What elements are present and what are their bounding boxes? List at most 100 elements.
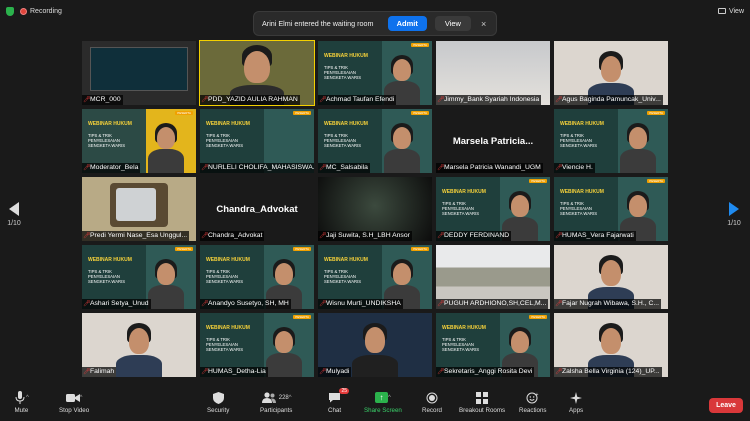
participant-tile[interactable]: WEBINAR HUKUM TIPS & TRIK PENYELESAIAN S… bbox=[82, 109, 196, 173]
participant-name-label: 🎤︎ Predi Yermi Nase_Esa Unggul... bbox=[82, 231, 190, 241]
participant-name: Falimah bbox=[90, 368, 115, 375]
slide-badge: PESERTA bbox=[529, 315, 547, 319]
participant-tile[interactable]: 🎤︎ Falimah bbox=[82, 313, 196, 377]
participant-tile[interactable]: WEBINAR HUKUM TIPS & TRIK PENYELESAIAN S… bbox=[200, 109, 314, 173]
participant-name: MC_Salsabila bbox=[326, 164, 368, 171]
participant-face bbox=[393, 127, 411, 149]
participant-tile[interactable]: WEBINAR HUKUM TIPS & TRIK PENYELESAIAN S… bbox=[436, 313, 550, 377]
share-screen-button[interactable]: ↑ ^ Share Screen bbox=[364, 391, 402, 414]
slide-badge: PESERTA bbox=[647, 179, 665, 183]
participant-tile[interactable]: 🎤︎ Mulyadi bbox=[318, 313, 432, 377]
participant-tile[interactable]: 🎤︎ Predi Yermi Nase_Esa Unggul... bbox=[82, 177, 196, 241]
participant-name: Fajar Nugrah Wibawa, S.H., C... bbox=[562, 300, 660, 307]
slide-badge: PESERTA bbox=[529, 179, 547, 183]
mute-caret-icon[interactable]: ^ bbox=[26, 395, 29, 401]
recording-label: Recording bbox=[30, 7, 62, 15]
participant-name: Viencie H. bbox=[562, 164, 593, 171]
participants-caret-icon[interactable]: ^ bbox=[289, 395, 292, 401]
participant-name: Achmad Taufan Efendi bbox=[326, 96, 395, 103]
participant-tile[interactable]: Chandra_Advokat 🎤︎ Chandra_Advokat bbox=[200, 177, 314, 241]
recording-dot-icon bbox=[20, 7, 27, 15]
participant-name: HUMAS_Detha-Lia bbox=[208, 368, 266, 375]
participant-tile[interactable]: 🎤︎ Jimmy_Bank Syariah Indonesia bbox=[436, 41, 550, 105]
muted-mic-icon: 🎤︎ bbox=[555, 96, 563, 103]
participant-tile[interactable]: WEBINAR HUKUM TIPS & TRIK PENYELESAIAN S… bbox=[318, 41, 432, 105]
participant-face bbox=[511, 331, 529, 353]
apps-button[interactable]: Apps bbox=[569, 391, 583, 414]
participant-tile[interactable]: WEBINAR HUKUM TIPS & TRIK PENYELESAIAN S… bbox=[436, 177, 550, 241]
participant-name: HUMAS_Vera Fajarwati bbox=[562, 232, 634, 239]
participant-name-label: 🎤︎ PDD_YAZID AULIA RAHMAN bbox=[200, 95, 300, 105]
breakout-rooms-label: Breakout Rooms bbox=[459, 407, 506, 414]
participant-name-label: 🎤︎ Mulyadi bbox=[318, 367, 352, 377]
muted-mic-icon: 🎤︎ bbox=[83, 300, 91, 307]
participant-name-label: 🎤︎ Achmad Taufan Efendi bbox=[318, 95, 397, 105]
participant-tile[interactable]: 🎤︎ Fajar Nugrah Wibawa, S.H., C... bbox=[554, 245, 668, 309]
breakout-rooms-button[interactable]: Breakout Rooms bbox=[459, 391, 505, 414]
slide-badge: PESERTA bbox=[293, 111, 311, 115]
participant-tile[interactable]: 🎤︎ Agus Baginda Pamuncak_Univ... bbox=[554, 41, 668, 105]
participant-tile[interactable]: WEBINAR HUKUM TIPS & TRIK PENYELESAIAN S… bbox=[554, 109, 668, 173]
participant-name: Marsela Patricia Wanandi_UGM bbox=[444, 164, 541, 171]
slide-badge: PESERTA bbox=[175, 111, 193, 115]
participant-name-label: 🎤︎ Sekretaris_Anggi Rosita Devi bbox=[436, 367, 535, 377]
record-button[interactable]: Record bbox=[422, 391, 442, 414]
participant-tile[interactable]: 🎤︎ PUGUH ARDHIONO,SH,CEL,M... bbox=[436, 245, 550, 309]
participant-face bbox=[365, 327, 385, 353]
participant-name-label: 🎤︎ Wisnu Murti_UNDIKSHA bbox=[318, 299, 403, 309]
chevron-right-icon bbox=[729, 202, 739, 216]
view-button[interactable]: View bbox=[717, 8, 744, 15]
muted-mic-icon: 🎤︎ bbox=[201, 164, 209, 171]
page-indicator-left: 1/10 bbox=[7, 220, 21, 227]
participant-tile[interactable]: WEBINAR HUKUM TIPS & TRIK PENYELESAIAN S… bbox=[318, 245, 432, 309]
muted-mic-icon: 🎤︎ bbox=[83, 368, 91, 375]
participant-face bbox=[601, 260, 621, 286]
participant-tile[interactable]: 🎤︎ PDD_YAZID AULIA RAHMAN bbox=[199, 40, 315, 106]
video-caret-icon[interactable]: ^ bbox=[80, 395, 83, 401]
stop-video-button[interactable]: ^ Stop Video bbox=[59, 391, 89, 414]
view-grid-icon bbox=[717, 8, 726, 14]
participants-button[interactable]: 228 ^ Participants bbox=[260, 391, 292, 414]
chat-button[interactable]: 25 Chat bbox=[328, 388, 350, 414]
security-shield-icon[interactable] bbox=[6, 6, 14, 16]
leave-button[interactable]: Leave bbox=[709, 398, 743, 413]
slide-subtitle: TIPS & TRIK PENYELESAIAN SENGKETA WARIS bbox=[442, 337, 479, 352]
participant-tile[interactable]: WEBINAR HUKUM TIPS & TRIK PENYELESAIAN S… bbox=[318, 109, 432, 173]
recording-indicator[interactable]: Recording bbox=[20, 7, 62, 15]
slide-title: WEBINAR HUKUM bbox=[560, 121, 604, 127]
participant-tile[interactable]: WEBINAR HUKUM TIPS & TRIK PENYELESAIAN S… bbox=[200, 313, 314, 377]
participant-name-label: 🎤︎ Jaji Suwita, S.H_LBH Ansor bbox=[318, 231, 412, 241]
participant-tile[interactable]: Marsela Patricia... 🎤︎ Marsela Patricia … bbox=[436, 109, 550, 173]
participant-tile[interactable]: 🎤︎ MCR_000 bbox=[82, 41, 196, 105]
participant-tile[interactable]: WEBINAR HUKUM TIPS & TRIK PENYELESAIAN S… bbox=[554, 177, 668, 241]
participant-name-label: 🎤︎ Zalsha Bella Virginia (124)_UP... bbox=[554, 367, 662, 377]
mute-button[interactable]: ^ Mute bbox=[14, 391, 29, 414]
muted-mic-icon: 🎤︎ bbox=[319, 368, 327, 375]
share-caret-icon[interactable]: ^ bbox=[388, 395, 391, 401]
security-button[interactable]: Security bbox=[207, 391, 229, 414]
slide-subtitle: TIPS & TRIK PENYELESAIAN SENGKETA WARIS bbox=[560, 133, 597, 148]
muted-mic-icon: 🎤︎ bbox=[437, 96, 445, 103]
close-icon[interactable]: × bbox=[479, 19, 488, 29]
participant-tile[interactable]: 🎤︎ Zalsha Bella Virginia (124)_UP... bbox=[554, 313, 668, 377]
participant-tile[interactable]: WEBINAR HUKUM TIPS & TRIK PENYELESAIAN S… bbox=[200, 245, 314, 309]
admit-button[interactable]: Admit bbox=[388, 16, 427, 31]
participant-name: Zalsha Bella Virginia (124)_UP... bbox=[562, 368, 660, 375]
reactions-button[interactable]: + Reactions bbox=[519, 391, 547, 415]
slide-title: WEBINAR HUKUM bbox=[324, 121, 368, 127]
slide-badge: PESERTA bbox=[647, 111, 665, 115]
participant-body bbox=[148, 149, 184, 173]
participant-tile[interactable]: 🎤︎ Jaji Suwita, S.H_LBH Ansor bbox=[318, 177, 432, 241]
apps-icon bbox=[570, 391, 583, 404]
next-page-button[interactable]: 1/10 bbox=[724, 202, 744, 227]
notification-view-button[interactable]: View bbox=[434, 16, 472, 31]
slide-title: WEBINAR HUKUM bbox=[206, 121, 250, 127]
slide-badge: PESERTA bbox=[411, 111, 429, 115]
slide-title: WEBINAR HUKUM bbox=[324, 53, 368, 59]
muted-mic-icon: 🎤︎ bbox=[437, 368, 445, 375]
participant-name-label: 🎤︎ Anandyo Susetyo, SH, MH bbox=[200, 299, 291, 309]
participant-name: DEDDY FERDINAND bbox=[444, 232, 510, 239]
participant-face bbox=[601, 328, 621, 354]
previous-page-button[interactable]: 1/10 bbox=[4, 202, 24, 227]
participant-tile[interactable]: WEBINAR HUKUM TIPS & TRIK PENYELESAIAN S… bbox=[82, 245, 196, 309]
